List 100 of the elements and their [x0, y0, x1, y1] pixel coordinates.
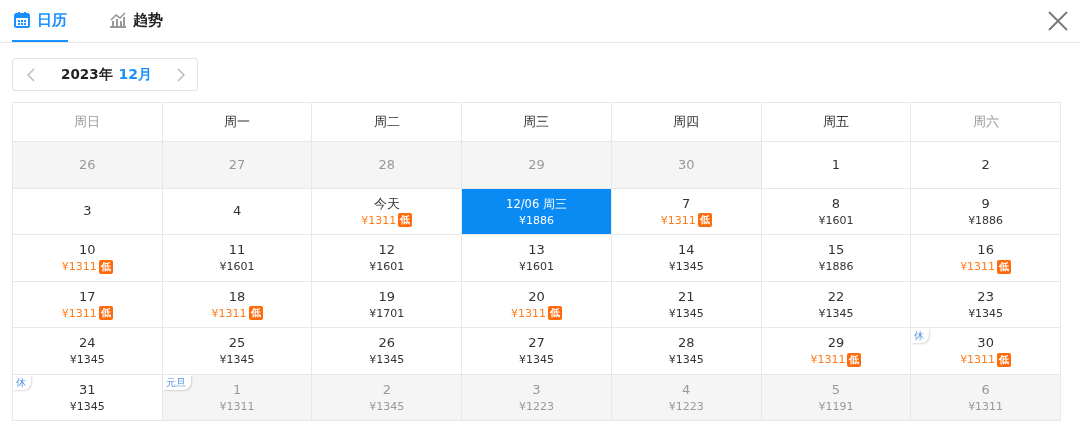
day-cell[interactable]: 19 ¥1701: [312, 281, 463, 328]
day-label[interactable]: 今天: [373, 194, 400, 213]
day-cell[interactable]: 7 ¥1311 低: [611, 188, 762, 235]
day-cell[interactable]: 15 ¥1886: [761, 235, 912, 282]
day-label[interactable]: 1: [831, 155, 841, 174]
low-price-badge: 低: [697, 213, 712, 228]
price-label: ¥1311: [968, 398, 1004, 414]
day-label[interactable]: 22: [827, 287, 845, 306]
low-price-badge: 低: [98, 306, 113, 321]
day-cell[interactable]: 26 ¥1345: [312, 328, 463, 375]
day-label[interactable]: 4: [232, 202, 242, 221]
price-label: ¥1601: [369, 259, 405, 275]
day-label[interactable]: 29: [827, 334, 845, 353]
close-icon[interactable]: [1048, 11, 1068, 31]
price-label: ¥1886: [818, 259, 854, 275]
day-cell[interactable]: 16 ¥1311 低: [911, 235, 1061, 282]
day-cell[interactable]: 2: [911, 142, 1061, 189]
tab[interactable]: 趋势: [108, 0, 164, 42]
day-label[interactable]: 15: [827, 241, 845, 260]
day-label[interactable]: 14: [677, 241, 695, 260]
price-label: ¥1311: [810, 352, 846, 368]
day-label[interactable]: 12: [378, 241, 396, 260]
day-label[interactable]: 3: [83, 202, 92, 221]
day-label[interactable]: 24: [79, 334, 96, 353]
day-cell[interactable]: 21 ¥1345: [611, 281, 762, 328]
price-label: ¥1345: [668, 305, 704, 321]
day-cell[interactable]: 25 ¥1345: [162, 328, 313, 375]
day-cell[interactable]: 14 ¥1345: [611, 235, 762, 282]
price-label: ¥1345: [519, 352, 554, 368]
day-cell[interactable]: 17 ¥1311 低: [13, 281, 163, 328]
day-label[interactable]: 16: [977, 241, 994, 260]
day-label[interactable]: 31: [79, 380, 96, 399]
price-label: ¥1601: [219, 259, 255, 275]
price-label: ¥1311: [219, 398, 255, 414]
day-label[interactable]: 28: [677, 334, 695, 353]
year-label: 2023年: [61, 65, 113, 84]
day-label[interactable]: 10: [79, 241, 96, 260]
price-label: ¥1345: [369, 352, 405, 368]
price-label: ¥1311: [61, 305, 97, 321]
price-label: ¥1311: [211, 305, 247, 321]
price-label: ¥1311: [511, 305, 546, 321]
day-label[interactable]: 9: [981, 194, 990, 213]
low-price-badge: 低: [997, 352, 1012, 367]
day-cell[interactable]: 28 ¥1345: [611, 328, 762, 375]
day-label[interactable]: 2: [981, 155, 990, 174]
day-label[interactable]: 8: [831, 194, 841, 213]
price-label: ¥1311: [660, 212, 696, 228]
price-label: ¥1345: [219, 352, 255, 368]
calendar-icon: [13, 11, 31, 29]
day-cell[interactable]: 20 ¥1311 低: [462, 281, 612, 328]
day-cell[interactable]: 22 ¥1345: [761, 281, 912, 328]
holiday-tag: 休: [911, 328, 930, 343]
day-cell[interactable]: 10 ¥1311 低: [13, 235, 163, 282]
day-label[interactable]: 7: [682, 194, 691, 213]
weekday-header: 周六: [911, 103, 1061, 142]
day-cell[interactable]: 9 ¥1886: [911, 188, 1061, 235]
price-label: ¥1886: [968, 212, 1004, 228]
day-cell[interactable]: 23 ¥1345: [911, 281, 1061, 328]
price-label: ¥1345: [69, 398, 105, 414]
day-cell[interactable]: 3: [13, 188, 163, 235]
day-label[interactable]: 25: [228, 334, 246, 353]
day-cell[interactable]: 13 ¥1601: [462, 235, 612, 282]
day-cell[interactable]: 29 ¥1311 低: [761, 328, 912, 375]
day-label[interactable]: 19: [378, 287, 396, 306]
day-cell[interactable]: 27 ¥1345: [462, 328, 612, 375]
day-cell[interactable]: 元旦 1 ¥1311: [162, 374, 313, 421]
day-cell[interactable]: 24 ¥1345: [13, 328, 163, 375]
low-price-badge: 低: [398, 213, 413, 228]
day-label[interactable]: 21: [677, 287, 695, 306]
day-label[interactable]: 27: [528, 334, 545, 353]
day-label[interactable]: 13: [528, 241, 545, 260]
day-cell[interactable]: 1: [761, 142, 912, 189]
price-label: ¥1311: [960, 352, 996, 368]
price-label: ¥1311: [61, 259, 97, 275]
price-label: ¥1223: [519, 398, 554, 414]
low-price-badge: 低: [997, 259, 1012, 274]
price-label: ¥1345: [369, 398, 405, 414]
day-cell[interactable]: 11 ¥1601: [162, 235, 313, 282]
day-label[interactable]: 12/06 周三: [506, 194, 567, 213]
day-cell[interactable]: 8 ¥1601: [761, 188, 912, 235]
price-label: ¥1311: [361, 212, 397, 228]
day-cell[interactable]: 休 31 ¥1345: [13, 374, 163, 421]
day-label[interactable]: 23: [977, 287, 994, 306]
previous-month-icon[interactable]: [27, 67, 35, 82]
day-label[interactable]: 30: [977, 334, 994, 353]
selected-day-cell[interactable]: 12/06 周三 ¥1886: [462, 188, 612, 235]
day-label[interactable]: 18: [228, 287, 246, 306]
day-cell[interactable]: 4: [162, 188, 313, 235]
low-price-badge: 低: [847, 352, 862, 367]
day-label[interactable]: 20: [528, 287, 545, 306]
day-cell[interactable]: 12 ¥1601: [312, 235, 463, 282]
day-cell[interactable]: 休 30 ¥1311 低: [911, 328, 1061, 375]
day-label[interactable]: 11: [228, 241, 246, 260]
next-month-icon[interactable]: [177, 67, 185, 82]
price-label: ¥1886: [519, 212, 554, 228]
price-label: ¥1311: [960, 259, 996, 275]
price-label: ¥1345: [668, 352, 704, 368]
day-label[interactable]: 26: [378, 334, 396, 353]
day-label[interactable]: 17: [79, 287, 96, 306]
day-cell[interactable]: 18 ¥1311 低: [162, 281, 313, 328]
